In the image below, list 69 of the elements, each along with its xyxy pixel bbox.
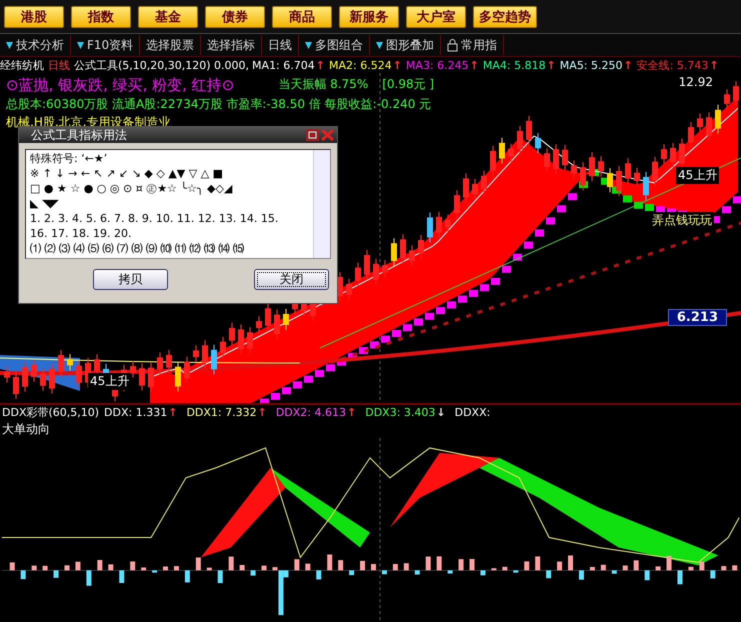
indicator-value: MA1: 6.704 [252,58,315,72]
trend-arrow: ↓ [436,406,446,420]
toolbar-tab[interactable]: 日线 [268,36,292,54]
toolbar-tab[interactable]: 技术分析 [16,36,64,54]
trend-arrow: ↑ [347,406,356,420]
symbols-line: 1. 2. 3. 4. 5. 6. 7. 8. 9. 10. 11. 12. 13. 14. 15. [30,212,280,225]
lock-icon[interactable] [447,38,458,52]
market-button[interactable]: 港股 [4,6,64,28]
indicator-value: MA3: 6.245 [406,58,469,72]
market-button[interactable]: 基金 [138,6,198,28]
window-icon[interactable] [306,129,319,141]
ddx-value: DDXX: [454,406,490,420]
toolbar-tab[interactable]: 选择股票 [146,36,194,54]
toolbar-tab[interactable]: F10资料 [87,36,134,54]
trend-arrow: ↑ [258,406,267,420]
toolbar-tab[interactable]: 常用指 [461,36,498,54]
toolbar-tab[interactable]: 选择指标 [207,36,256,54]
trend-arrow: ↑ [316,58,325,72]
symbols-line: ※ ↑ ↓ → ← ↖ ↗ ↙ ↘ ◆ ◇ ▲▼ ▽ △ ■ [30,167,224,180]
toolbar-tab[interactable]: 图形叠加 [386,36,434,54]
market-button[interactable]: 指数 [71,6,131,28]
toolbar-tab[interactable]: 多图组合 [315,36,364,54]
dialog-title: 公式工具指标用法 [31,126,127,144]
amplitude-text: 当天振幅 8.75% [278,76,368,93]
dialog-button[interactable]: 关闭 [254,269,329,290]
ddx-value: DDX: 1.331 [104,406,168,420]
ddx-value: DDX3: 3.403 [365,406,436,420]
period-label: 日线 [48,58,70,72]
chart-annotation: 45上升 [676,167,720,184]
market-button[interactable]: 大户室 [406,6,466,28]
chart-annotation: 弄点钱玩玩 [650,212,714,229]
trend-arrow: ↑ [709,58,719,72]
market-button[interactable]: 新服务 [339,6,399,28]
ddx-value: DDX2: 4.613 [276,406,346,420]
trend-arrow: ↑ [392,58,402,72]
trend-arrow: ↑ [546,58,556,72]
dropdown-icon[interactable] [305,40,312,50]
symbols-line: 16. 17. 18. 19. 20. [30,227,132,240]
formula-label: 公式工具(5,10,20,30,120) 0.000, [74,58,250,72]
ddx-value: DDX1: 7.332 [186,406,257,420]
trend-arrow: ↑ [624,58,633,72]
close-icon[interactable] [321,129,334,141]
indicator-value: MA2: 6.524 [328,58,392,72]
indicator-value: MA5: 5.250 [560,58,623,72]
market-button[interactable]: 商品 [272,6,332,28]
indicator-value: MA4: 5.818 [482,58,546,72]
scrollbar[interactable] [313,150,330,258]
symbols-line: ◣ ◥◤ [30,197,60,210]
dropdown-icon[interactable] [77,40,84,50]
dropdown-icon[interactable] [6,40,13,50]
stock-stats: 总股本:60380万股 流通A股:22734万股 市盈率:-38.50 倍 每股收益:-0.240 元 [6,96,432,113]
trend-arrow: ↑ [168,406,178,420]
trend-arrow: ↑ [470,58,479,72]
legend-text: ⊙蓝抛, 银灰跌, 绿买, 粉变, 红持⊙ [6,76,234,95]
indicator-title: DDX彩带(60,5,10) [2,405,100,420]
last-price-tag: 6.213 [668,309,727,326]
high-price-label: 12.92 [678,75,713,89]
dropdown-icon[interactable] [376,40,384,50]
indicator-value: 安全线: 5.743 [636,58,708,72]
panel-subtitle: 大单动向 [1,420,51,438]
symbols-line: ⑴ ⑵ ⑶ ⑷ ⑸ ⑹ ⑺ ⑻ ⑼ ⑽ ⑾ ⑿ ⒀ ⒁ ⒂ [30,242,245,255]
market-button[interactable]: 多空趋势 [473,6,537,28]
symbols-line: 特殊符号: ‘←★’ [30,152,108,165]
symbols-line: □ ● ★ ☆ ● ○ ◎ ⊙ ¤ ㊣★☆ ╰☆╮ ◆◇◢ [30,182,234,195]
dialog-button[interactable]: 拷贝 [93,269,168,290]
amplitude-price: [0.98元 ] [382,76,434,93]
chart-annotation: 45上升 [88,373,132,390]
stock-name: 经纬纺机 [0,58,44,72]
market-button[interactable]: 债券 [205,6,265,28]
